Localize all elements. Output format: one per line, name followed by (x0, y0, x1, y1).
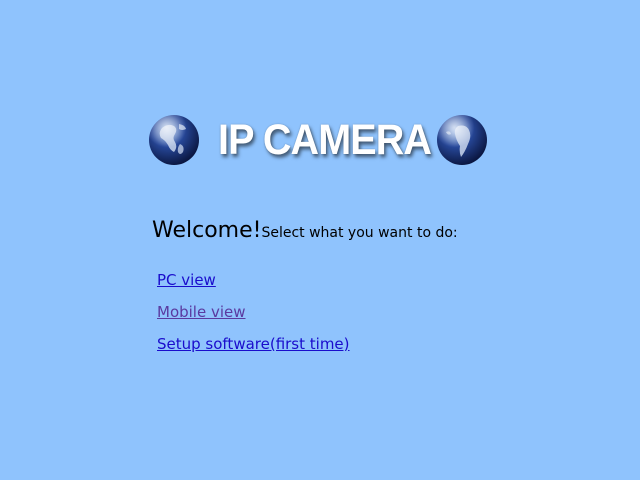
setup-software-link[interactable]: Setup software(first time) (157, 334, 350, 366)
welcome-greeting: Welcome! (152, 218, 262, 243)
globe-south-america-icon (437, 115, 487, 165)
action-links: PC view Mobile view Setup software(first… (157, 270, 350, 366)
page-title: IP CAMERA (218, 116, 432, 164)
page: IP CAMERA Welcome!Select what you want t… (0, 0, 640, 480)
welcome-line: Welcome!Select what you want to do: (152, 218, 458, 243)
mobile-view-link[interactable]: Mobile view (157, 302, 350, 334)
pc-view-link[interactable]: PC view (157, 270, 350, 302)
globe-americas-icon (149, 115, 199, 165)
header-banner: IP CAMERA (148, 112, 492, 168)
welcome-prompt: Select what you want to do: (261, 225, 458, 241)
